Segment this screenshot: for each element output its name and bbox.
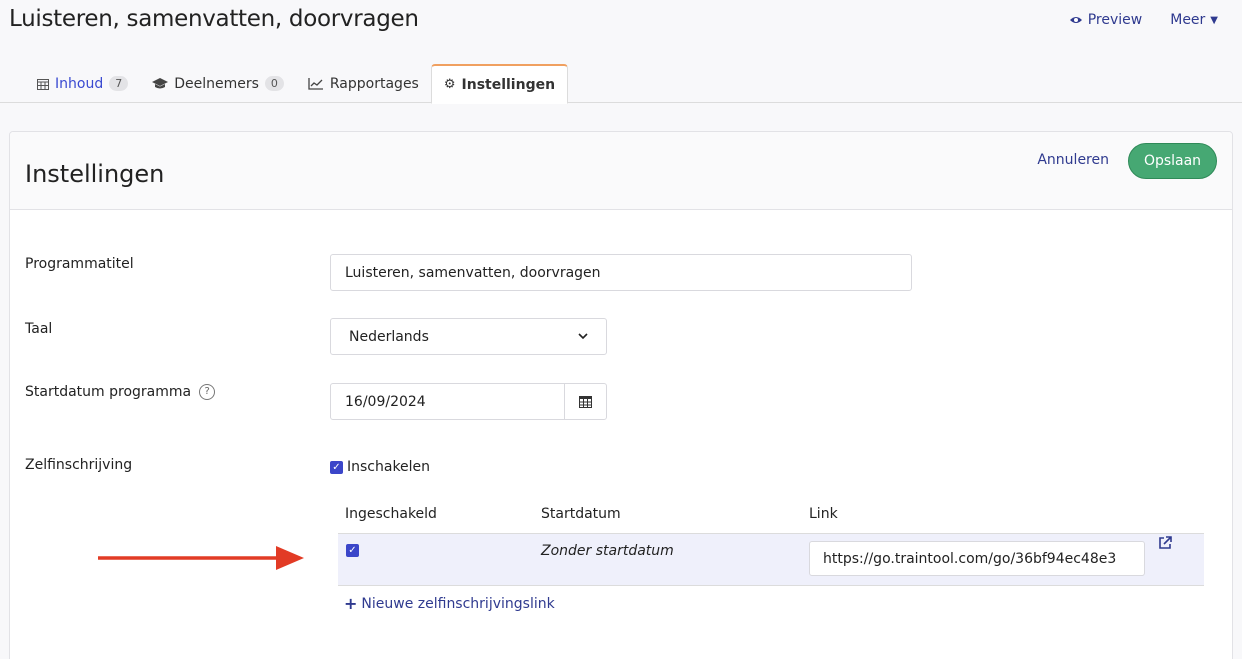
start-date-label: Startdatum programma [25, 384, 192, 400]
preview-link[interactable]: Preview [1069, 12, 1143, 28]
start-date-value: 16/09/2024 [345, 393, 426, 410]
calendar-icon [579, 396, 592, 408]
top-actions: Preview Meer ▼ [1069, 12, 1218, 28]
self-enroll-table-header: Ingeschakeld Startdatum Link [338, 504, 1204, 534]
top-header: Luisteren, samenvatten, doorvragen Previ… [0, 0, 1242, 104]
table-row: ✓ Zonder startdatum https://go.traintool… [338, 534, 1204, 586]
tab-instellingen-label: Instellingen [461, 76, 556, 93]
cancel-button[interactable]: Annuleren [1037, 152, 1109, 168]
tab-inhoud[interactable]: Inhoud 7 [25, 64, 140, 103]
card-header: Instellingen Annuleren Opslaan [10, 132, 1232, 210]
tab-inhoud-count: 7 [109, 76, 129, 91]
tab-rapportages-label: Rapportages [329, 75, 419, 92]
self-enroll-label: Zelfinschrijving [25, 457, 133, 473]
self-enroll-toggle[interactable]: ✓ Inschakelen [330, 459, 430, 475]
tab-deelnemers-count: 0 [264, 76, 284, 91]
gear-icon: ⚙ [443, 77, 456, 92]
tab-instellingen[interactable]: ⚙ Instellingen [430, 64, 569, 104]
row-link-field[interactable]: https://go.traintool.com/go/36bf94ec48e3 [809, 541, 1145, 576]
plus-icon: + [344, 594, 358, 613]
page-title: Luisteren, samenvatten, doorvragen [9, 6, 419, 32]
tab-bar: Inhoud 7 Deelnemers 0 Rapportages ⚙ Inst… [25, 64, 569, 104]
language-label: Taal [25, 321, 53, 337]
checkbox-checked-icon[interactable]: ✓ [330, 460, 343, 474]
program-title-label: Programmatitel [25, 256, 134, 272]
help-icon[interactable]: ? [199, 384, 216, 400]
caret-down-icon: ▼ [1210, 14, 1218, 26]
preview-label: Preview [1087, 12, 1143, 28]
graduation-cap-icon [152, 77, 169, 88]
row-start-date: Zonder startdatum [541, 543, 674, 559]
start-date-label-row: Startdatum programma? [25, 384, 216, 400]
start-date-input[interactable]: 16/09/2024 [330, 383, 607, 420]
more-label: Meer [1170, 12, 1206, 28]
tab-deelnemers[interactable]: Deelnemers 0 [140, 64, 296, 103]
row-enabled-checkbox[interactable]: ✓ [346, 544, 359, 557]
col-enabled: Ingeschakeld [345, 506, 437, 522]
calendar-icon [37, 78, 49, 90]
tab-rapportages[interactable]: Rapportages [296, 64, 431, 103]
language-value: Nederlands [349, 328, 429, 345]
eye-icon [1069, 17, 1082, 23]
save-button[interactable]: Opslaan [1128, 143, 1217, 179]
tab-inhoud-label: Inhoud [55, 75, 104, 92]
settings-title: Instellingen [25, 160, 165, 188]
new-link-label: Nieuwe zelfinschrijvingslink [361, 595, 555, 612]
tab-deelnemers-label: Deelnemers [174, 75, 259, 92]
annotation-arrow-icon [98, 546, 304, 570]
external-link-icon[interactable] [1158, 536, 1172, 554]
self-enroll-enable-label: Inschakelen [347, 459, 431, 475]
line-chart-icon [308, 77, 323, 90]
chevron-down-icon [578, 333, 588, 340]
more-menu[interactable]: Meer ▼ [1170, 12, 1218, 28]
calendar-picker-button[interactable] [564, 384, 606, 419]
col-link: Link [809, 506, 838, 522]
new-self-enroll-link-button[interactable]: + Nieuwe zelfinschrijvingslink [344, 594, 555, 613]
col-start-date: Startdatum [541, 506, 621, 522]
language-select[interactable]: Nederlands [330, 318, 607, 355]
program-title-input[interactable] [330, 254, 912, 291]
settings-card: Instellingen Annuleren Opslaan Programma… [9, 131, 1233, 659]
